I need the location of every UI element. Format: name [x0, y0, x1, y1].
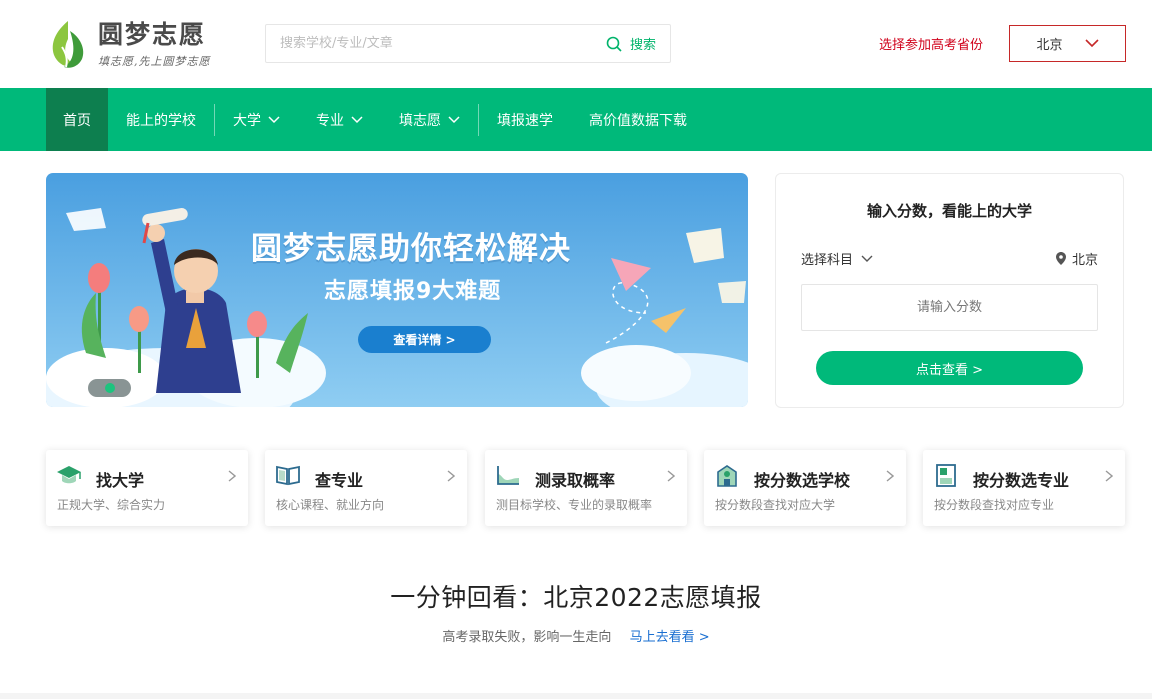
score-panel-title: 输入分数，看能上的大学 [866, 202, 1032, 220]
brand-slogan: 填志愿,先上圆梦志愿 [98, 55, 211, 68]
feature-card-desc: 按分数段查找对应专业 [934, 498, 1055, 512]
subject-select[interactable]: 选择科目 [801, 249, 873, 268]
check-score-button[interactable]: 点击查看 > [816, 351, 1083, 385]
feature-card-desc: 核心课程、就业方向 [276, 498, 385, 512]
main-nav: 首页 能上的学校 大学 专业 填志愿 填报速学 高价值数据下载 [0, 88, 1152, 151]
brand-name: 圆梦志愿 [98, 20, 207, 49]
nav-item-major[interactable]: 专业 [298, 88, 381, 151]
section-title-text: 一分钟回看：北京2022志愿填报 [390, 583, 762, 612]
feature-card-title: 测录取概率 [535, 471, 616, 490]
nav-item-label: 大学 [233, 112, 261, 129]
header: 圆梦志愿 填志愿,先上圆梦志愿 搜索 选择参加高考省份 北京 [0, 0, 1152, 88]
chevron-down-icon [448, 115, 460, 123]
school-building-icon [717, 465, 737, 487]
nav-item-fill-application[interactable]: 填志愿 [381, 88, 478, 151]
chevron-right-icon [1105, 470, 1113, 482]
nav-item-quick-learn[interactable]: 填报速学 [479, 88, 571, 151]
section-title: 一分钟回看：北京2022志愿填报 [390, 578, 762, 614]
province-prompt: 选择参加高考省份 [879, 38, 984, 53]
section-subtitle-row: 高考录取失败，影响一生走向 马上去看看 > [0, 626, 1152, 645]
open-book-icon [276, 465, 300, 486]
nav-item-label: 专业 [316, 112, 344, 129]
score-location: 北京 [1055, 249, 1098, 268]
chevron-down-icon [861, 255, 873, 262]
nav-item-university[interactable]: 大学 [215, 88, 298, 151]
feature-card-title: 查专业 [315, 471, 364, 490]
feature-card-admission-probability[interactable]: 测录取概率 测目标学校、专业的录取概率 [485, 450, 687, 526]
nav-item-label: 填报速学 [497, 112, 553, 129]
search-icon [606, 36, 622, 52]
page-divider [0, 693, 1152, 699]
nav-item-label: 填志愿 [399, 112, 441, 129]
feature-card-title: 找大学 [96, 471, 145, 490]
search-input[interactable] [266, 25, 600, 62]
feature-card-find-university[interactable]: 找大学 正规大学、综合实力 [46, 450, 248, 526]
feature-card-desc: 测目标学校、专业的录取概率 [496, 498, 653, 512]
feature-card-desc: 正规大学、综合实力 [57, 498, 166, 512]
logo[interactable]: 圆梦志愿 填志愿,先上圆梦志愿 [46, 16, 221, 72]
page: 圆梦志愿 填志愿,先上圆梦志愿 搜索 选择参加高考省份 北京 [0, 0, 1152, 699]
nav-item-label: 高价值数据下载 [589, 112, 687, 129]
promo-banner[interactable]: 圆梦志愿助你轻松解决 志愿填报9大难题 查看详情 > [46, 173, 748, 407]
document-list-icon [936, 464, 956, 487]
nav-item-data-download[interactable]: 高价值数据下载 [571, 88, 705, 151]
search-bar: 搜索 [265, 24, 671, 63]
feature-card-title: 按分数选专业 [973, 471, 1070, 490]
chevron-right-icon [447, 470, 455, 482]
chevron-down-icon [1084, 39, 1099, 48]
score-input[interactable] [801, 284, 1098, 331]
graduation-cap-icon [57, 466, 81, 484]
leaf-logo-icon [52, 21, 84, 68]
location-pin-icon [1055, 252, 1066, 265]
feature-card-desc: 按分数段查找对应大学 [715, 498, 836, 512]
score-location-label: 北京 [1071, 253, 1098, 268]
subject-select-label: 选择科目 [801, 253, 854, 268]
score-query-panel: 输入分数，看能上的大学 选择科目 北京 点击查看 > [775, 173, 1124, 408]
banner-detail-button[interactable]: 查看详情 > [358, 326, 491, 353]
nav-item-reachable-schools[interactable]: 能上的学校 [108, 88, 214, 151]
feature-card-school-by-score[interactable]: 按分数选学校 按分数段查找对应大学 [704, 450, 906, 526]
area-chart-icon [497, 466, 519, 485]
nav-item-home[interactable]: 首页 [46, 88, 108, 151]
nav-item-label: 首页 [63, 112, 91, 129]
province-selected: 北京 [1036, 38, 1063, 53]
search-button[interactable]: 搜索 [600, 25, 670, 62]
chevron-right-icon [228, 470, 236, 482]
banner-subtitle: 志愿填报9大难题 [324, 279, 502, 304]
carousel-indicator[interactable] [88, 379, 131, 397]
carousel-dot-active[interactable] [105, 383, 115, 393]
feature-card-find-major[interactable]: 查专业 核心课程、就业方向 [265, 450, 467, 526]
see-now-link[interactable]: 马上去看看 > [630, 630, 710, 645]
section-subtitle: 高考录取失败，影响一生走向 [442, 630, 612, 645]
nav-item-label: 能上的学校 [126, 112, 196, 129]
feature-card-major-by-score[interactable]: 按分数选专业 按分数段查找对应专业 [923, 450, 1125, 526]
chevron-right-icon [667, 470, 675, 482]
chevron-down-icon [268, 115, 280, 123]
province-select[interactable]: 北京 [1009, 25, 1126, 62]
chevron-right-icon [886, 470, 894, 482]
search-button-label: 搜索 [629, 38, 656, 53]
feature-card-title: 按分数选学校 [754, 471, 851, 490]
chevron-down-icon [351, 115, 363, 123]
banner-title: 圆梦志愿助你轻松解决 [251, 231, 571, 267]
section-header: 一分钟回看：北京2022志愿填报 [0, 578, 1152, 614]
